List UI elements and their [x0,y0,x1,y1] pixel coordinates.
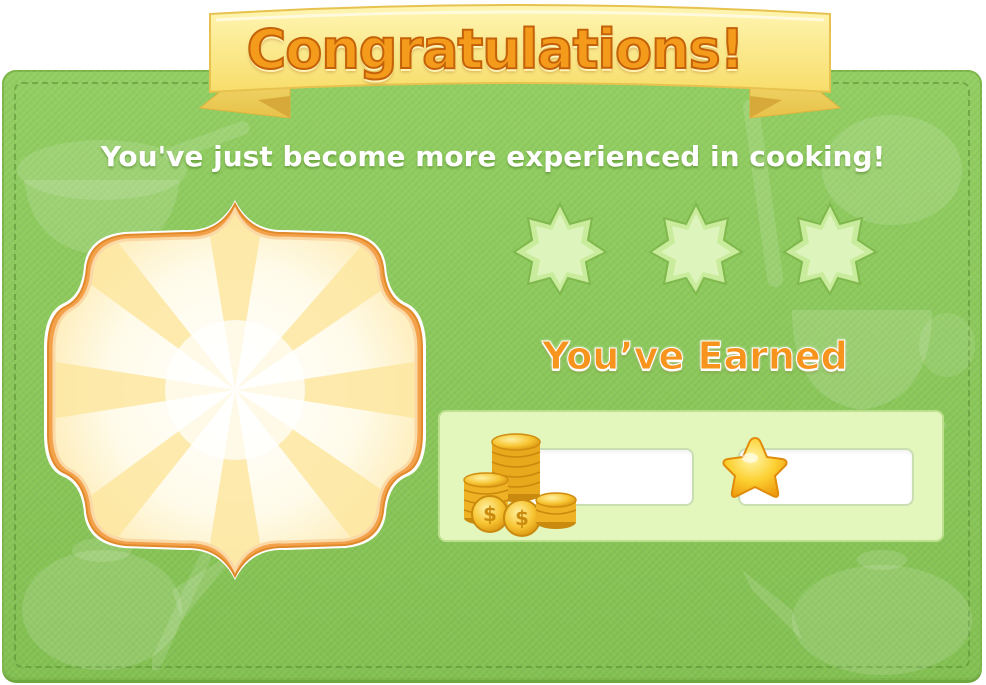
dish-picture-frame [44,200,426,580]
star-slot-2 [648,201,744,296]
reward-panel: $ $ [438,410,944,542]
star-slot-3 [782,201,878,296]
star-icon [722,436,788,498]
earned-heading: You’ve Earned [542,334,849,379]
dialog-title: Congratulations! [246,17,746,82]
coins-icon: $ $ [463,433,577,537]
dialog-subtitle: You've just become more experienced in c… [100,140,886,173]
star-slot-1 [512,201,608,296]
svg-text:$: $ [483,502,497,526]
svg-text:$: $ [515,506,529,530]
